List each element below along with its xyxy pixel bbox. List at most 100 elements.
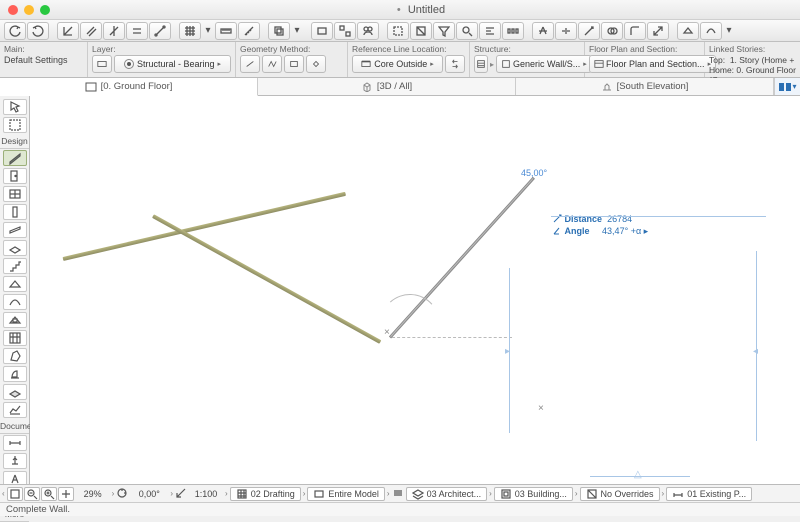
ib-linked-label: Linked Stories: xyxy=(709,44,796,54)
wall-segment-1[interactable] xyxy=(63,192,346,261)
trace-button[interactable] xyxy=(268,22,290,40)
show-selection-button[interactable] xyxy=(410,22,432,40)
measure-button[interactable] xyxy=(238,22,260,40)
tab2-label: [3D / All] xyxy=(377,81,412,92)
autogroup-button[interactable] xyxy=(334,22,356,40)
level-dim-tool[interactable] xyxy=(3,453,27,469)
guideline-offset-button[interactable] xyxy=(126,22,148,40)
distribute-button[interactable] xyxy=(502,22,524,40)
ib-top-val[interactable]: 1. Story (Home + xyxy=(730,55,794,65)
tab-navigator-button[interactable]: ▾ xyxy=(774,78,800,95)
toolbox: Design Docume More xyxy=(0,96,30,484)
fillet-button[interactable] xyxy=(624,22,646,40)
minimize-button[interactable] xyxy=(24,5,34,15)
redo-button[interactable] xyxy=(27,22,49,40)
curtainwall-tool[interactable] xyxy=(3,330,27,346)
status-bar: Complete Wall. xyxy=(0,502,800,516)
suspend-groups-button[interactable] xyxy=(311,22,333,40)
shell-button[interactable] xyxy=(700,22,722,40)
orient-icon[interactable] xyxy=(116,487,128,501)
object-tool[interactable] xyxy=(3,366,27,382)
mvo-combo[interactable]: Entire Model xyxy=(307,487,385,501)
wall-tool[interactable] xyxy=(3,150,27,166)
wall-segment-2[interactable] xyxy=(152,214,381,344)
door-tool[interactable] xyxy=(3,168,27,184)
ib-geom-label: Geometry Method: xyxy=(240,44,343,54)
morph-tool[interactable] xyxy=(3,348,27,364)
zoom-in[interactable] xyxy=(41,487,57,501)
ib-ref-combo[interactable]: Core Outside ▸ xyxy=(352,55,443,73)
tab1-label: [0. Ground Floor] xyxy=(101,81,173,92)
geom-chained[interactable] xyxy=(262,55,282,73)
geom-rect[interactable] xyxy=(284,55,304,73)
scale-icon[interactable] xyxy=(175,487,187,501)
scale-value[interactable]: 1:100 xyxy=(189,489,223,499)
canvas[interactable]: × 45,00° Distance 26784 Angle 43,47° +α … xyxy=(30,96,800,484)
ib-home-lbl: Home: xyxy=(709,65,734,75)
reno-combo[interactable]: 03 Building... xyxy=(494,487,573,501)
toolbox-docume-header: Docume xyxy=(0,419,29,434)
resize-button[interactable] xyxy=(647,22,669,40)
ib-main-value[interactable]: Default Settings xyxy=(4,55,83,65)
ib-fps-combo[interactable]: Floor Plan and Section... ▸ xyxy=(589,55,716,73)
slab-tool[interactable] xyxy=(3,240,27,256)
qo-prev[interactable]: ‹ xyxy=(2,489,5,498)
zoom-value[interactable]: 29% xyxy=(76,489,110,499)
tab-south-elevation[interactable]: [South Elevation] xyxy=(516,78,774,95)
column-tool[interactable] xyxy=(3,204,27,220)
split-button[interactable] xyxy=(555,22,577,40)
guideline-segment-button[interactable] xyxy=(149,22,171,40)
stair-tool[interactable] xyxy=(3,258,27,274)
ib-layer-combo[interactable]: Structural - Bearing ▸ xyxy=(114,55,231,73)
guideline-bisector-button[interactable] xyxy=(103,22,125,40)
zoom-100[interactable] xyxy=(7,487,23,501)
trim-button[interactable] xyxy=(532,22,554,40)
filter-button[interactable] xyxy=(433,22,455,40)
ib-fps-value: Floor Plan and Section... xyxy=(606,59,705,69)
roof-tool[interactable] xyxy=(3,276,27,292)
find-select-button[interactable] xyxy=(456,22,478,40)
guideline-perp-button[interactable] xyxy=(57,22,79,40)
grid-dropdown[interactable]: ▾ xyxy=(202,22,214,40)
trace-dropdown[interactable]: ▾ xyxy=(291,22,303,40)
tab-ground-floor[interactable]: [0. Ground Floor] xyxy=(0,78,258,96)
zoom-next[interactable]: › xyxy=(112,489,115,498)
arrow-tool[interactable] xyxy=(3,99,27,115)
undo-button[interactable] xyxy=(4,22,26,40)
mesh-tool[interactable] xyxy=(3,402,27,418)
ib-struct-combo[interactable]: Generic Wall/S... ▸ xyxy=(496,55,592,73)
ib-struct-mode[interactable] xyxy=(474,55,488,73)
roof-button[interactable] xyxy=(677,22,699,40)
zoom-button[interactable] xyxy=(40,5,50,15)
dimension-tool[interactable] xyxy=(3,435,27,451)
zone-tool[interactable] xyxy=(3,384,27,400)
geom-rotrect[interactable] xyxy=(306,55,326,73)
pan[interactable] xyxy=(58,487,74,501)
adjust-button[interactable] xyxy=(578,22,600,40)
ruler-button[interactable] xyxy=(215,22,237,40)
zoom-out[interactable] xyxy=(24,487,40,501)
window-tool[interactable] xyxy=(3,186,27,202)
gover-combo[interactable]: No Overrides xyxy=(580,487,660,501)
layer-structure[interactable] xyxy=(392,487,404,501)
skylight-tool[interactable] xyxy=(3,312,27,328)
layercombo[interactable]: 03 Architect... xyxy=(406,487,488,501)
shell-tool[interactable] xyxy=(3,294,27,310)
grid-toggle[interactable] xyxy=(179,22,201,40)
dim-combo[interactable]: 01 Existing P... xyxy=(666,487,752,501)
guideline-parallel-button[interactable] xyxy=(80,22,102,40)
align-button[interactable] xyxy=(479,22,501,40)
edit-selection-button[interactable] xyxy=(387,22,409,40)
ib-layer-icon-button[interactable] xyxy=(92,55,112,73)
beam-tool[interactable] xyxy=(3,222,27,238)
geom-straight[interactable] xyxy=(240,55,260,73)
ib-ref-flip[interactable] xyxy=(445,55,465,73)
intersect-button[interactable] xyxy=(601,22,623,40)
roof-dropdown[interactable]: ▾ xyxy=(723,22,735,40)
tab-3d-all[interactable]: [3D / All] xyxy=(258,78,516,95)
rotation-value[interactable]: 0,00° xyxy=(130,489,168,499)
close-button[interactable] xyxy=(8,5,18,15)
teamwork-button[interactable] xyxy=(357,22,379,40)
marquee-tool[interactable] xyxy=(3,117,27,133)
penset-combo[interactable]: 02 Drafting xyxy=(230,487,301,501)
